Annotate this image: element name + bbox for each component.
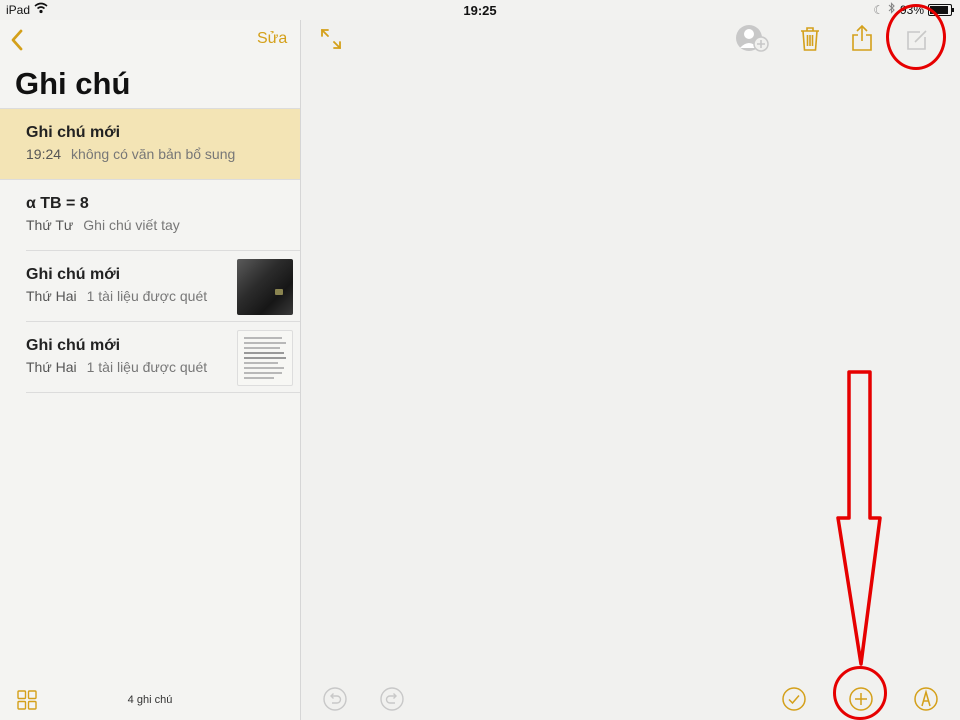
moon-icon: ☾	[873, 2, 884, 17]
note-title: α TB = 8	[26, 195, 89, 212]
expand-icon[interactable]	[320, 28, 342, 55]
battery-percent: 93%	[899, 2, 924, 17]
scanned-document-thumbnail	[237, 330, 293, 386]
note-editor[interactable]	[301, 20, 960, 720]
notes-list: Ghi chú mới 19:24 không có văn bản bổ sun…	[0, 108, 300, 393]
note-title: Ghi chú mới	[26, 337, 121, 354]
note-row-4[interactable]: Ghi chú mới Thứ Hai 1 tài liệu được quét	[26, 322, 300, 393]
note-subtitle: Thứ Hai 1 tài liệu được quét	[26, 359, 207, 375]
notes-sidebar: Sửa Ghi chú Ghi chú mới 19:24 không có vă…	[0, 20, 301, 720]
battery-icon	[928, 3, 954, 16]
add-people-icon[interactable]	[735, 24, 771, 59]
note-date: 19:24	[26, 146, 62, 162]
trash-icon[interactable]	[800, 26, 820, 57]
note-preview: 1 tài liệu được quét	[86, 359, 208, 375]
status-right: ☾ 93%	[873, 2, 954, 17]
bluetooth-icon	[888, 2, 896, 17]
note-subtitle: Thứ Hai 1 tài liệu được quét	[26, 288, 207, 304]
photo-thumbnail	[237, 259, 293, 315]
note-date: Thứ Tư	[26, 217, 74, 233]
note-row-1[interactable]: Ghi chú mới 19:24 không có văn bản bổ sun…	[0, 109, 300, 180]
note-date: Thứ Hai	[26, 288, 77, 304]
status-bar: iPad 19:25 ☾ 93%	[0, 0, 960, 20]
note-title: Ghi chú mới	[26, 124, 121, 141]
checklist-icon[interactable]	[782, 687, 806, 716]
redo-icon[interactable]	[380, 687, 404, 716]
back-chevron-icon[interactable]	[10, 28, 24, 57]
note-preview: không có văn bản bổ sung	[71, 146, 236, 162]
compose-icon[interactable]	[905, 28, 929, 57]
sidebar-bottom-bar: 4 ghi chú	[0, 685, 300, 720]
undo-icon[interactable]	[323, 687, 347, 716]
note-subtitle: Thứ Tư Ghi chú viết tay	[26, 217, 180, 233]
note-row-2[interactable]: α TB = 8 Thứ Tư Ghi chú viết tay	[26, 180, 300, 251]
note-subtitle: 19:24 không có văn bản bổ sung	[26, 146, 235, 162]
edit-button[interactable]: Sửa	[257, 30, 287, 48]
markup-pen-icon[interactable]	[914, 687, 938, 716]
add-icon[interactable]	[849, 687, 873, 716]
note-preview: 1 tài liệu được quét	[86, 288, 208, 304]
clock: 19:25	[463, 3, 497, 18]
note-title: Ghi chú mới	[26, 266, 121, 283]
page-title: Ghi chú	[15, 66, 131, 101]
note-date: Thứ Hai	[26, 359, 77, 375]
note-preview: Ghi chú viết tay	[83, 217, 180, 233]
note-count: 4 ghi chú	[127, 694, 173, 706]
note-row-3[interactable]: Ghi chú mới Thứ Hai 1 tài liệu được quét	[26, 251, 300, 322]
share-icon[interactable]	[851, 24, 873, 57]
